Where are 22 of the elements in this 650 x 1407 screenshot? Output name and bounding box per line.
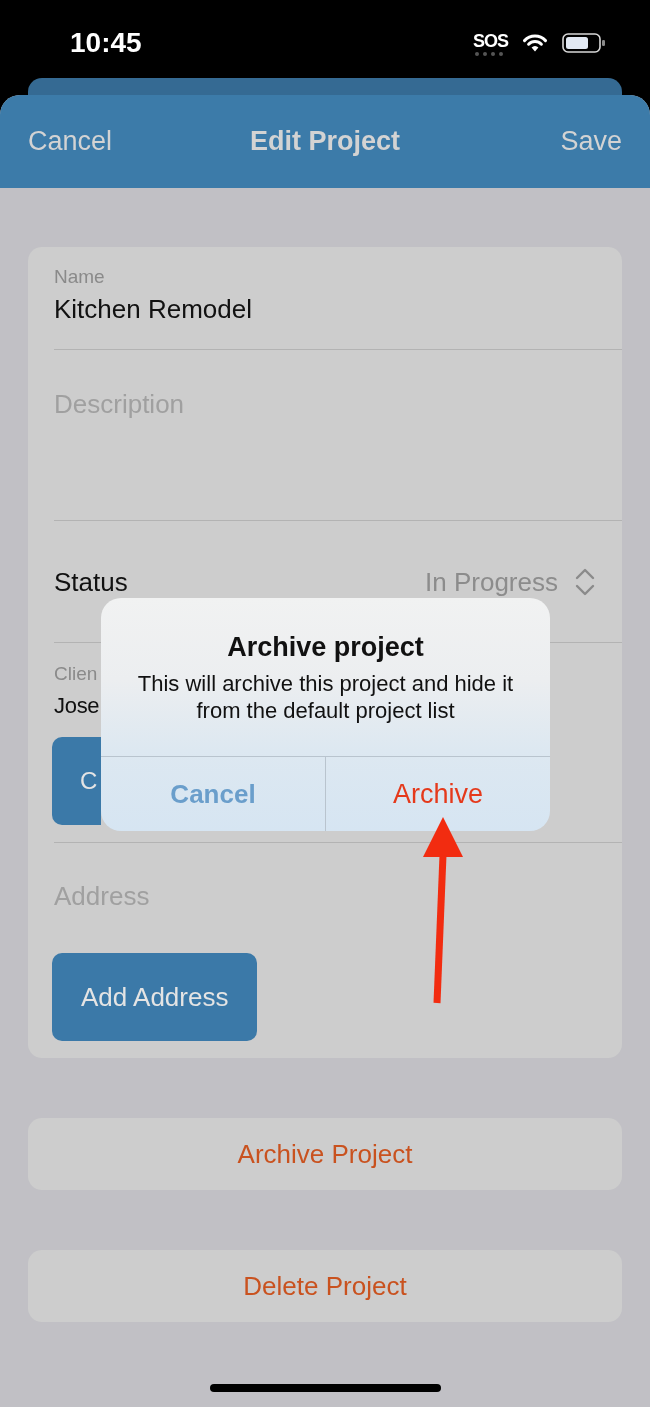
save-button[interactable]: Save: [560, 126, 622, 157]
cancel-button[interactable]: Cancel: [28, 126, 113, 157]
wifi-icon: [522, 33, 548, 52]
screen-title: Edit Project: [250, 126, 400, 157]
client-field[interactable]: Jose: [54, 690, 100, 722]
field-label: Name: [54, 267, 105, 287]
alert-title: Archive project: [227, 632, 424, 662]
status-picker[interactable]: In Progress: [425, 565, 595, 598]
field-label: Status: [54, 565, 128, 598]
text-field[interactable]: Kitchen Remodel: [54, 293, 622, 325]
field-label: Clien: [54, 664, 98, 684]
battery-icon: [562, 33, 605, 53]
sos-label: SOS: [473, 31, 508, 51]
alert-button[interactable]: Cancel: [101, 757, 325, 831]
action-button[interactable]: Delete Project: [28, 1250, 622, 1322]
alert-message: This will archive this project and hide it from the default project list: [136, 670, 515, 724]
add-address-button[interactable]: Add Address: [52, 953, 258, 1041]
status-time: 10:45: [70, 28, 142, 58]
action-button[interactable]: Archive Project: [28, 1118, 622, 1190]
up-down-chevron-icon: [575, 567, 595, 596]
client-button[interactable]: C: [52, 737, 101, 825]
signal-dots-icon: [475, 52, 506, 56]
